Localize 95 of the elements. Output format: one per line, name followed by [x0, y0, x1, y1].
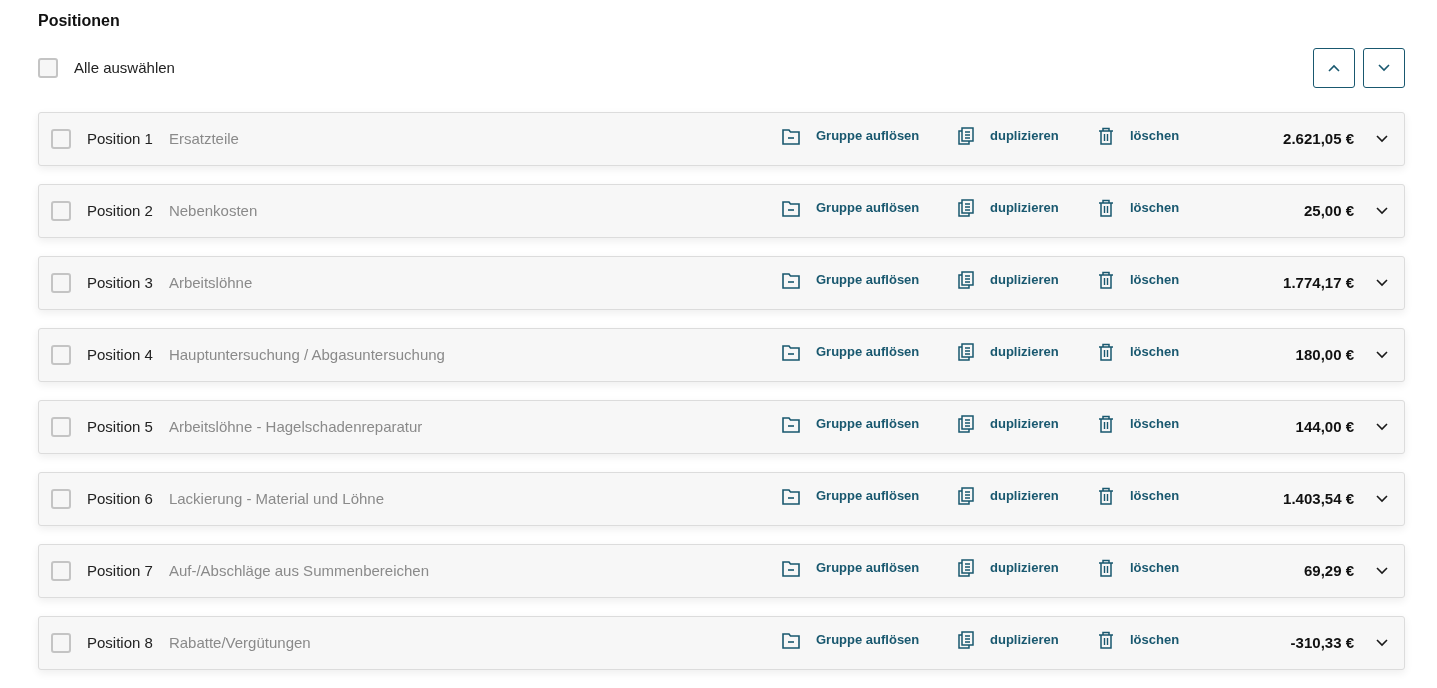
action-button[interactable]: Gruppe auflösen: [782, 630, 920, 650]
action-button[interactable]: duplizieren: [958, 630, 1059, 650]
position-amount: 1.774,17 €: [1282, 272, 1354, 293]
chevron-down-icon: [1376, 495, 1388, 503]
folder-minus-icon: [782, 559, 800, 577]
position-amount: -310,33 €: [1289, 632, 1354, 653]
trash-icon: [1098, 198, 1114, 217]
row-checkbox[interactable]: [51, 633, 71, 653]
move-up-button[interactable]: [1313, 48, 1355, 88]
chevron-down-icon: [1376, 351, 1388, 359]
trash-icon: [1098, 126, 1114, 145]
position-title: Arbeitslöhne: [168, 272, 253, 293]
folder-minus-icon: [782, 415, 800, 433]
action-button[interactable]: Gruppe auflösen: [782, 414, 920, 434]
row-checkbox[interactable]: [51, 561, 71, 581]
chevron-down-icon: [1376, 279, 1388, 287]
copy-icon: [958, 414, 974, 433]
action-button[interactable]: duplizieren: [958, 558, 1059, 578]
folder-minus-icon: [782, 271, 800, 289]
section-heading: Positionen: [38, 11, 121, 31]
action-button[interactable]: löschen: [1098, 342, 1180, 362]
action-button[interactable]: löschen: [1098, 630, 1180, 650]
action-button[interactable]: Gruppe auflösen: [782, 126, 920, 146]
position-label: Position 5: [87, 416, 153, 437]
trash-icon: [1098, 630, 1114, 649]
position-title: Hauptuntersuchung / Abgasuntersuchung: [168, 344, 445, 365]
action-button[interactable]: Gruppe auflösen: [782, 198, 920, 218]
trash-icon: [1098, 486, 1114, 505]
copy-icon: [958, 630, 974, 649]
action-button[interactable]: löschen: [1098, 126, 1180, 146]
trash-icon: [1098, 270, 1114, 289]
trash-icon: [1098, 558, 1114, 577]
position-title: Auf-/Abschläge aus Summenbereichen: [168, 560, 430, 581]
row-checkbox[interactable]: [51, 489, 71, 509]
chevron-down-icon: [1378, 64, 1390, 72]
position-amount: 69,29 €: [1302, 560, 1354, 581]
position-label: Position 7: [87, 560, 153, 581]
folder-minus-icon: [782, 631, 800, 649]
position-amount: 25,00 €: [1302, 200, 1354, 221]
copy-icon: [958, 558, 974, 577]
action-button[interactable]: duplizieren: [958, 270, 1059, 290]
folder-minus-icon: [782, 487, 800, 505]
chevron-down-icon: [1376, 207, 1388, 215]
action-button[interactable]: löschen: [1098, 270, 1180, 290]
position-title: Nebenkosten: [168, 200, 258, 221]
trash-icon: [1098, 342, 1114, 361]
action-button[interactable]: löschen: [1098, 558, 1180, 578]
action-button[interactable]: duplizieren: [958, 198, 1059, 218]
action-button[interactable]: Gruppe auflösen: [782, 558, 920, 578]
chevron-up-icon: [1328, 64, 1340, 72]
folder-minus-icon: [782, 343, 800, 361]
copy-icon: [958, 270, 974, 289]
position-title: Lackierung - Material und Löhne: [168, 488, 384, 509]
position-label: Position 6: [87, 488, 153, 509]
row-checkbox[interactable]: [51, 417, 71, 437]
chevron-down-icon: [1376, 639, 1388, 647]
position-title: Rabatte/Vergütungen: [168, 632, 311, 653]
copy-icon: [958, 198, 974, 217]
position-label: Position 3: [87, 272, 153, 293]
chevron-down-icon: [1376, 423, 1388, 431]
position-label: Position 8: [87, 632, 153, 653]
action-button[interactable]: duplizieren: [958, 486, 1059, 506]
select-all-label: Alle auswählen: [74, 57, 175, 78]
folder-minus-icon: [782, 127, 800, 145]
action-button[interactable]: löschen: [1098, 198, 1180, 218]
action-button[interactable]: Gruppe auflösen: [782, 486, 920, 506]
position-title: Arbeitslöhne - Hagelschadenreparatur: [168, 416, 423, 437]
copy-icon: [958, 486, 974, 505]
position-amount: 144,00 €: [1294, 416, 1354, 437]
row-checkbox[interactable]: [51, 345, 71, 365]
select-all-checkbox[interactable]: [38, 58, 58, 78]
folder-minus-icon: [782, 199, 800, 217]
action-button[interactable]: duplizieren: [958, 342, 1059, 362]
action-button[interactable]: duplizieren: [958, 126, 1059, 146]
action-button[interactable]: löschen: [1098, 486, 1180, 506]
position-amount: 1.403,54 €: [1282, 488, 1354, 509]
copy-icon: [958, 126, 974, 145]
action-button[interactable]: duplizieren: [958, 414, 1059, 434]
trash-icon: [1098, 414, 1114, 433]
position-label: Position 1: [87, 128, 153, 149]
copy-icon: [958, 342, 974, 361]
action-button[interactable]: Gruppe auflösen: [782, 342, 920, 362]
action-button[interactable]: Gruppe auflösen: [782, 270, 920, 290]
row-checkbox[interactable]: [51, 201, 71, 221]
row-checkbox[interactable]: [51, 129, 71, 149]
position-amount: 2.621,05 €: [1282, 128, 1354, 149]
chevron-down-icon: [1376, 567, 1388, 575]
move-down-button[interactable]: [1363, 48, 1405, 88]
row-checkbox[interactable]: [51, 273, 71, 293]
position-label: Position 4: [87, 344, 153, 365]
position-title: Ersatzteile: [168, 128, 239, 149]
position-amount: 180,00 €: [1294, 344, 1354, 365]
action-button[interactable]: löschen: [1098, 414, 1180, 434]
position-label: Position 2: [87, 200, 153, 221]
chevron-down-icon: [1376, 135, 1388, 143]
